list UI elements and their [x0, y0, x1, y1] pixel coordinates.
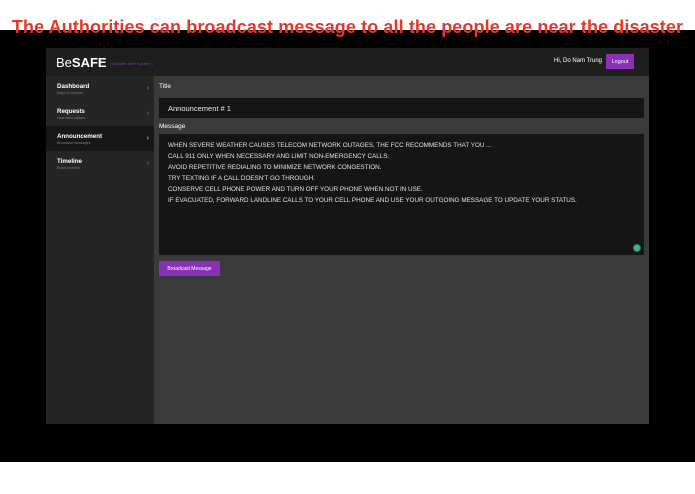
slide-caption: The Authorities can broadcast message to… [11, 17, 684, 37]
brand-tagline: ( Disaster Alert System ) [109, 61, 153, 67]
app-window: BeSAFE( Disaster Alert System ) Hi, Do N… [46, 48, 649, 424]
announcement-form: Title Message WHEN SEVERE WEATHER CAUSES… [154, 76, 649, 424]
sidebar-item-title: Dashboard [57, 83, 90, 90]
chevron-right-icon: › [146, 135, 149, 142]
message-line: AVOID REPETITIVE REDIALING TO MINIMIZE N… [168, 164, 382, 171]
message-line: IF EVACUATED, FORWARD LANDLINE CALLS TO … [168, 197, 577, 204]
sidebar-item-title: Requests [57, 108, 85, 115]
sidebar-item-timeline[interactable]: Timeline Event timeline › [46, 151, 154, 176]
message-line: WHEN SEVERE WEATHER CAUSES TELECOM NETWO… [168, 142, 492, 149]
chevron-right-icon: › [146, 85, 149, 92]
message-label: Message [159, 123, 186, 130]
sidebar-item-title: Announcement [57, 133, 103, 140]
sidebar-item-requests[interactable]: Requests Hear from victims › [46, 101, 154, 126]
sidebar-item-subtitle: Event timeline [57, 166, 80, 170]
message-line: CONSERVE CELL PHONE POWER AND TURN OFF Y… [168, 186, 423, 193]
brand-logo[interactable]: BeSAFE( Disaster Alert System ) [56, 55, 153, 70]
sidebar-item-subtitle: Hear from victims [57, 116, 85, 120]
sidebar: Dashboard Maps & Number › Requests Hear … [46, 76, 154, 424]
chevron-right-icon: › [146, 160, 149, 167]
top-navbar: BeSAFE( Disaster Alert System ) Hi, Do N… [46, 48, 649, 76]
title-label: Title [159, 83, 172, 90]
message-line: CALL 911 ONLY WHEN NECESSARY AND LIMIT N… [168, 153, 390, 160]
sidebar-item-title: Timeline [57, 158, 82, 165]
sidebar-item-subtitle: Maps & Number [57, 91, 83, 95]
message-line: TRY TEXTING IF A CALL DOESN'T GO THROUGH… [168, 175, 315, 182]
user-greeting: Hi, Do Nam Trung [553, 58, 602, 64]
title-input[interactable] [159, 98, 644, 118]
grammar-check-icon[interactable] [633, 244, 641, 252]
brand-main: SAFE [71, 55, 107, 70]
broadcast-message-button[interactable]: Broadcast Message [159, 261, 220, 276]
sidebar-item-announcement[interactable]: Announcement Broadcast messages › [46, 126, 154, 151]
chevron-right-icon: › [146, 110, 149, 117]
message-textarea[interactable]: WHEN SEVERE WEATHER CAUSES TELECOM NETWO… [159, 134, 644, 255]
sidebar-item-dashboard[interactable]: Dashboard Maps & Number › [46, 76, 154, 101]
sidebar-item-subtitle: Broadcast messages [57, 141, 91, 145]
logout-button[interactable]: Logout [606, 54, 634, 69]
brand-prefix: Be [56, 55, 72, 70]
